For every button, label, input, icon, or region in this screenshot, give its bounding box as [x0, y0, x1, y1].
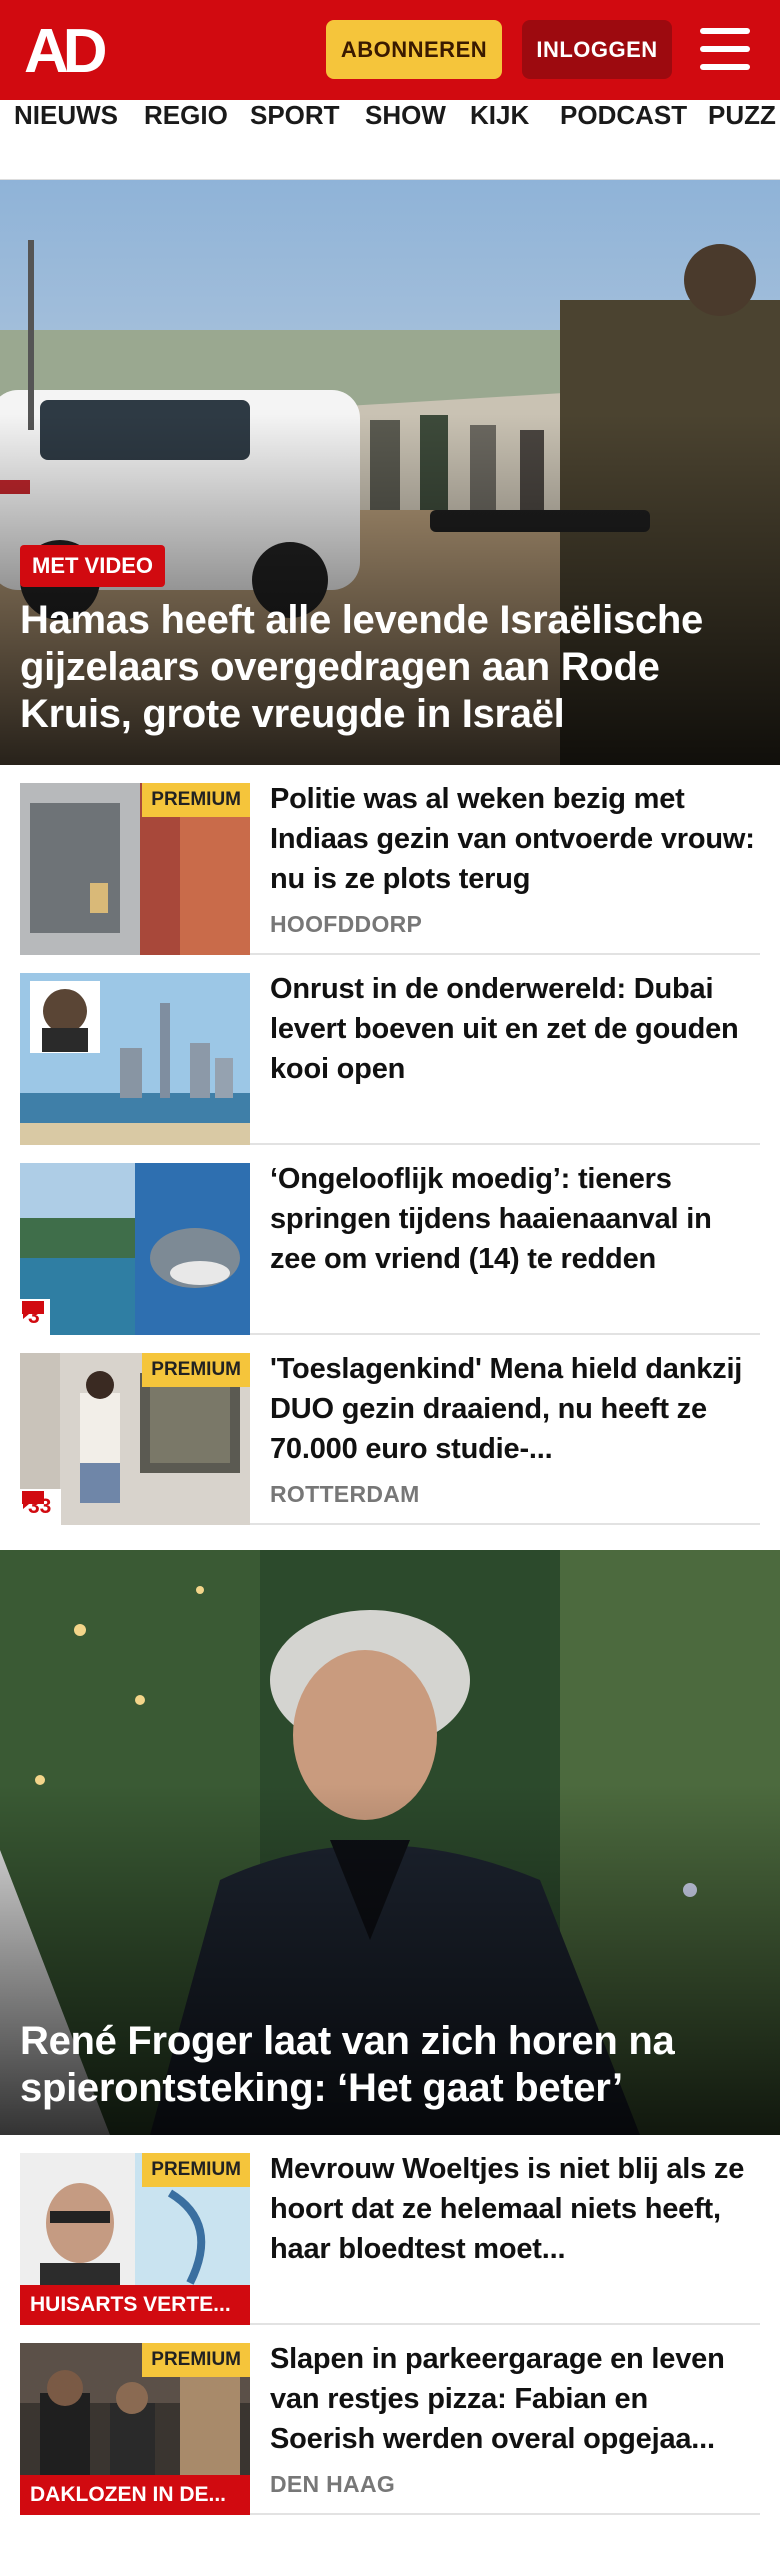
comment-count[interactable]: 33: [20, 1489, 62, 1525]
article-title[interactable]: 'Toeslagenkind' Mena hield dankzij DUO g…: [270, 1349, 760, 1469]
section-label[interactable]: HUISARTS VERTE...: [20, 2285, 250, 2325]
logo-text: AD: [24, 22, 106, 78]
ad-logo[interactable]: AD: [24, 22, 116, 78]
section-nav: NIEUWS REGIO SPORT SHOW KIJK PODCAST PUZ…: [0, 100, 780, 180]
premium-badge: PREMIUM: [142, 2153, 250, 2187]
login-button[interactable]: INLOGGEN: [522, 20, 672, 79]
comment-count[interactable]: 3: [20, 1299, 50, 1335]
article-location: ROTTERDAM: [270, 1481, 420, 1507]
article-card[interactable]: PREMIUM HUISARTS VERTE... Mevrouw Woeltj…: [20, 2135, 760, 2325]
premium-badge: PREMIUM: [142, 783, 250, 817]
subscribe-button[interactable]: ABONNEREN: [326, 20, 502, 79]
nav-item-nieuws[interactable]: NIEUWS: [14, 100, 118, 179]
comment-bubble-icon: [22, 1491, 44, 1509]
article-title[interactable]: ‘Ongelooflijk moedig’: tieners springen …: [270, 1159, 760, 1279]
article-title[interactable]: Onrust in de onderwereld: Dubai levert b…: [270, 969, 760, 1089]
nav-item-regio[interactable]: REGIO: [144, 100, 228, 179]
video-badge: MET VIDEO: [20, 545, 166, 587]
article-thumbnail: 3: [20, 1163, 250, 1335]
article-title[interactable]: Slapen in parkeergarage en leven van res…: [270, 2339, 760, 2459]
article-thumbnail: PREMIUM 33: [20, 1353, 250, 1525]
nav-item-show[interactable]: SHOW: [365, 100, 446, 179]
nav-item-kijk[interactable]: KIJK: [470, 100, 529, 179]
hero-article-hostages[interactable]: MET VIDEO Hamas heeft alle levende Israë…: [0, 180, 780, 765]
hero-title[interactable]: René Froger laat van zich horen na spier…: [20, 2018, 760, 2112]
article-location: HOOFDDORP: [270, 911, 423, 937]
hero-title[interactable]: Hamas heeft alle levende Israëlische gij…: [20, 597, 760, 738]
hamburger-menu-icon[interactable]: [700, 26, 752, 72]
premium-badge: PREMIUM: [142, 1353, 250, 1387]
nav-item-puzzel[interactable]: PUZZ: [708, 100, 776, 179]
article-location: DEN HAAG: [270, 2471, 396, 2497]
article-card[interactable]: PREMIUM Politie was al weken bezig met I…: [20, 765, 760, 955]
article-thumbnail: PREMIUM DAKLOZEN IN DE...: [20, 2343, 250, 2515]
article-card[interactable]: Onrust in de onderwereld: Dubai levert b…: [20, 955, 760, 1145]
section-label[interactable]: DAKLOZEN IN DE...: [20, 2475, 250, 2515]
article-card[interactable]: PREMIUM 33 'Toeslagenkind' Mena hield da…: [20, 1335, 760, 1525]
article-thumbnail: [20, 973, 250, 1145]
article-card[interactable]: 3 ‘Ongelooflijk moedig’: tieners springe…: [20, 1145, 760, 1335]
nav-item-sport[interactable]: SPORT: [250, 100, 340, 179]
hero-article-froger[interactable]: René Froger laat van zich horen na spier…: [0, 1550, 780, 2135]
article-card[interactable]: PREMIUM DAKLOZEN IN DE... Slapen in park…: [20, 2325, 760, 2515]
nav-item-podcast[interactable]: PODCAST: [560, 100, 687, 179]
premium-badge: PREMIUM: [142, 2343, 250, 2377]
article-thumbnail: PREMIUM HUISARTS VERTE...: [20, 2153, 250, 2325]
article-title[interactable]: Mevrouw Woeltjes is niet blij als ze hoo…: [270, 2149, 760, 2269]
comment-bubble-icon: [22, 1301, 44, 1319]
article-thumbnail: PREMIUM: [20, 783, 250, 955]
top-bar: AD ABONNEREN INLOGGEN: [0, 0, 780, 100]
article-title[interactable]: Politie was al weken bezig met Indiaas g…: [270, 779, 760, 899]
